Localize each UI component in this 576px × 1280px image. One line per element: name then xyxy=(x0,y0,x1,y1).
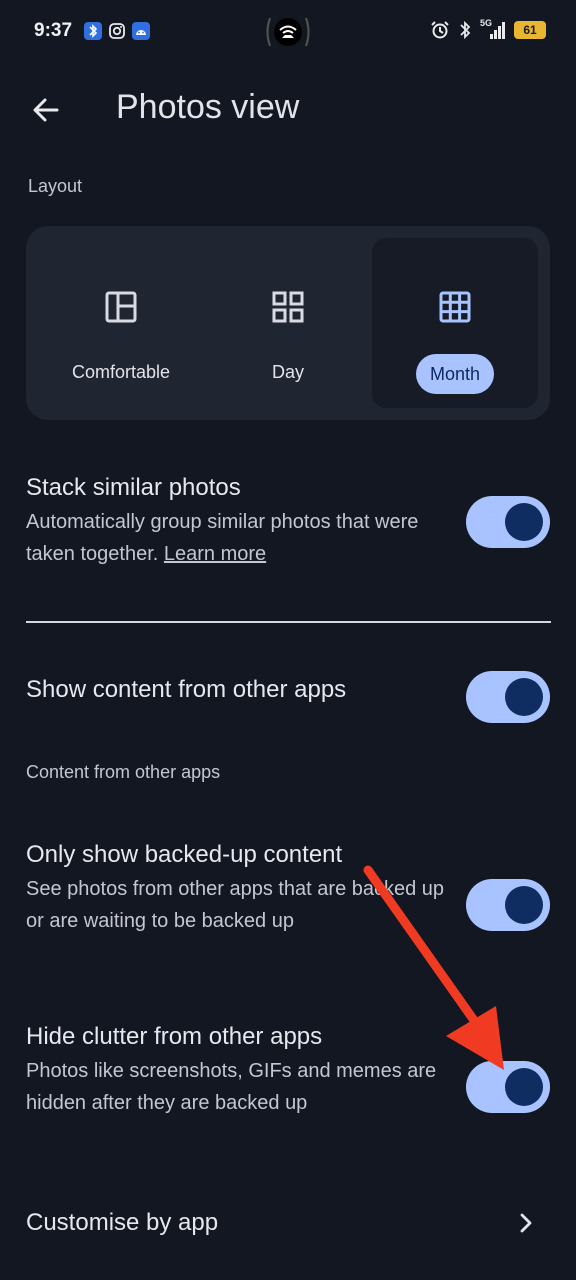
setting-description: See photos from other apps that are back… xyxy=(26,878,445,932)
backed-up-only-toggle[interactable] xyxy=(466,879,550,931)
hide-clutter-toggle[interactable] xyxy=(466,1061,550,1113)
hide-clutter-setting[interactable]: Hide clutter from other apps Photos like… xyxy=(26,1021,550,1119)
toggle-knob xyxy=(505,503,543,541)
layout-option-label-selected: Month xyxy=(416,354,494,394)
month-grid-icon xyxy=(439,291,471,323)
setting-description: Photos like screenshots, GIFs and memes … xyxy=(26,1060,437,1114)
setting-title: Customise by app xyxy=(26,1209,219,1236)
signal-icon: 5G xyxy=(480,18,506,40)
toggle-knob xyxy=(505,886,543,924)
show-other-apps-toggle[interactable] xyxy=(466,671,550,723)
status-right-icons: 5G 61 xyxy=(430,18,546,40)
layout-section-label: Layout xyxy=(28,176,83,196)
instagram-icon xyxy=(108,22,126,40)
toggle-knob xyxy=(505,678,543,716)
customise-by-app-item[interactable]: Customise by app xyxy=(26,1204,550,1242)
page-title: Photos view xyxy=(116,88,300,126)
layout-option-label: Day xyxy=(271,362,304,382)
setting-description: Automatically group similar photos that … xyxy=(26,506,446,570)
layout-option-day[interactable]: Day xyxy=(205,238,371,408)
toggle-knob xyxy=(505,1068,543,1106)
status-time: 9:37 xyxy=(34,20,73,41)
battery-indicator: 61 xyxy=(514,21,546,39)
alarm-icon xyxy=(431,21,449,39)
chevron-right-icon xyxy=(520,1213,532,1233)
stack-similar-setting[interactable]: Stack similar photos Automatically group… xyxy=(26,472,550,570)
app-bar: Photos view xyxy=(0,70,576,150)
learn-more-link[interactable]: Learn more xyxy=(164,543,266,565)
show-other-apps-setting[interactable]: Show content from other apps xyxy=(26,670,550,723)
layout-option-label: Comfortable xyxy=(71,362,171,382)
bluetooth-app-icon xyxy=(84,22,102,40)
layout-option-month[interactable]: Month xyxy=(372,238,538,408)
status-bar: 9:37 5G 61 xyxy=(0,0,576,64)
back-button[interactable] xyxy=(22,86,70,134)
comfortable-layout-icon xyxy=(105,291,137,323)
backed-up-only-setting[interactable]: Only show backed-up content See photos f… xyxy=(26,839,550,937)
camera-cutout-icon xyxy=(264,14,312,50)
day-grid-icon xyxy=(272,291,304,323)
bluetooth-icon xyxy=(460,20,471,40)
layout-option-comfortable[interactable]: Comfortable xyxy=(38,238,204,408)
other-apps-section-label: Content from other apps xyxy=(26,762,221,782)
setting-title: Hide clutter from other apps xyxy=(26,1023,323,1050)
layout-selector: Comfortable Day Month xyxy=(26,226,550,420)
divider xyxy=(26,621,551,623)
setting-title: Stack similar photos xyxy=(26,474,241,501)
setting-title: Only show backed-up content xyxy=(26,841,343,868)
arrow-back-icon xyxy=(33,98,59,122)
android-app-icon xyxy=(132,22,150,40)
notification-icons xyxy=(84,22,150,40)
stack-similar-toggle[interactable] xyxy=(466,496,550,548)
